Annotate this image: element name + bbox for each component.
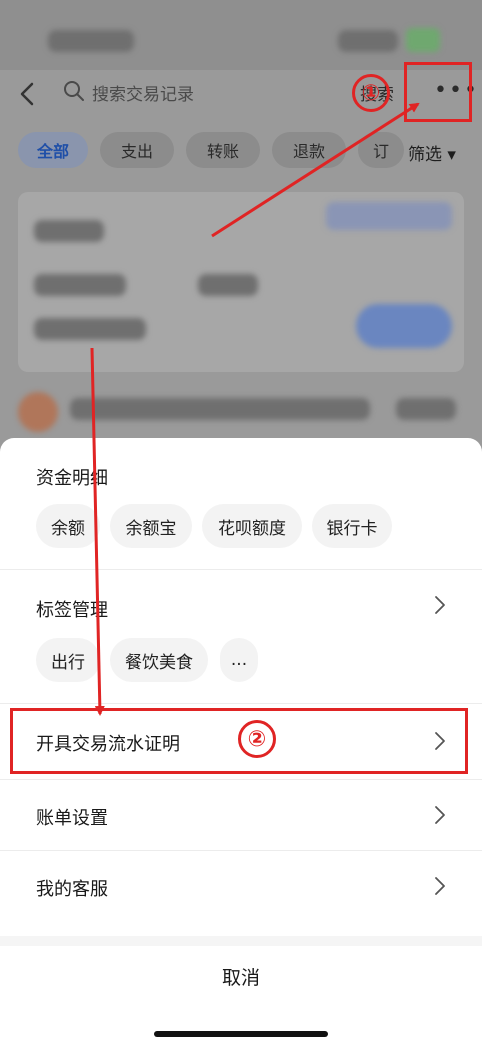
pill-huabei-label: 花呗额度	[218, 518, 286, 539]
pill-bank-card-label: 银行卡	[326, 518, 378, 539]
card-tag-blur	[326, 202, 452, 230]
tab-refund[interactable]: 退款	[272, 132, 346, 168]
fund-detail-title: 资金明细	[36, 468, 108, 489]
pill-travel-label: 出行	[51, 652, 85, 673]
pill-balance[interactable]: 余额	[36, 504, 100, 548]
summary-card-blur	[18, 192, 464, 372]
status-icons-blur	[338, 30, 398, 52]
back-arrow-icon[interactable]	[14, 80, 42, 108]
pill-huabei-limit[interactable]: 花呗额度	[202, 504, 302, 548]
card-link-blur	[34, 318, 146, 340]
pill-more-label: ...	[230, 650, 248, 670]
tab-all-label: 全部	[36, 142, 69, 161]
cancel-label: 取消	[221, 966, 260, 989]
chevron-right-icon	[435, 806, 445, 824]
step-2-label: ②	[247, 726, 267, 752]
bill-settings-label: 账单设置	[36, 808, 108, 829]
record-icon-blur	[18, 392, 58, 432]
pill-bank-card[interactable]: 银行卡	[312, 504, 392, 548]
tab-order[interactable]: 订	[358, 132, 404, 168]
customer-service-row[interactable]: 我的客服	[0, 851, 482, 923]
pill-travel[interactable]: 出行	[36, 638, 100, 682]
tab-transfer[interactable]: 转账	[186, 132, 260, 168]
battery-icon	[406, 28, 440, 52]
pill-balance-label: 余额	[51, 518, 85, 539]
sheet-separator	[0, 936, 482, 946]
record-text-blur	[70, 398, 370, 420]
pill-more[interactable]: ...	[220, 638, 258, 682]
tag-management-row[interactable]: 标签管理	[0, 570, 482, 630]
card-title-blur	[34, 220, 104, 242]
tab-expense-label: 支出	[120, 142, 153, 161]
cancel-button[interactable]: 取消	[0, 946, 482, 1006]
highlight-more-button	[404, 62, 472, 122]
tab-all[interactable]: 全部	[18, 132, 88, 168]
chevron-right-icon	[435, 877, 445, 895]
card-amount-blur	[34, 274, 126, 296]
pill-food[interactable]: 餐饮美食	[110, 638, 208, 682]
pill-yuebao[interactable]: 余额宝	[110, 504, 192, 548]
card-button-blur	[356, 304, 452, 348]
step-1-label: ①	[361, 80, 381, 106]
step-2-marker: ②	[238, 720, 276, 758]
tag-management-title: 标签管理	[36, 600, 108, 621]
tab-refund-label: 退款	[292, 142, 325, 161]
status-bar	[0, 0, 482, 70]
chevron-right-icon	[435, 596, 445, 614]
filter-button[interactable]: 筛选 ▾	[408, 140, 456, 165]
search-input[interactable]: 搜索交易记录	[92, 80, 194, 105]
home-indicator	[154, 1031, 328, 1037]
pill-yuebao-label: 余额宝	[125, 518, 177, 539]
pill-food-label: 餐饮美食	[125, 652, 193, 673]
card-amount2-blur	[198, 274, 258, 296]
tab-expense[interactable]: 支出	[100, 132, 174, 168]
step-1-marker: ①	[352, 74, 390, 112]
record-amount-blur	[396, 398, 456, 420]
filter-tabs: 全部 支出 转账 退款 订 筛选 ▾	[0, 132, 482, 170]
tab-order-label: 订	[372, 142, 389, 161]
bill-settings-row[interactable]: 账单设置	[0, 780, 482, 850]
status-time-blur	[48, 30, 134, 52]
customer-service-label: 我的客服	[36, 879, 108, 900]
search-icon	[64, 81, 84, 101]
tab-transfer-label: 转账	[206, 142, 239, 161]
